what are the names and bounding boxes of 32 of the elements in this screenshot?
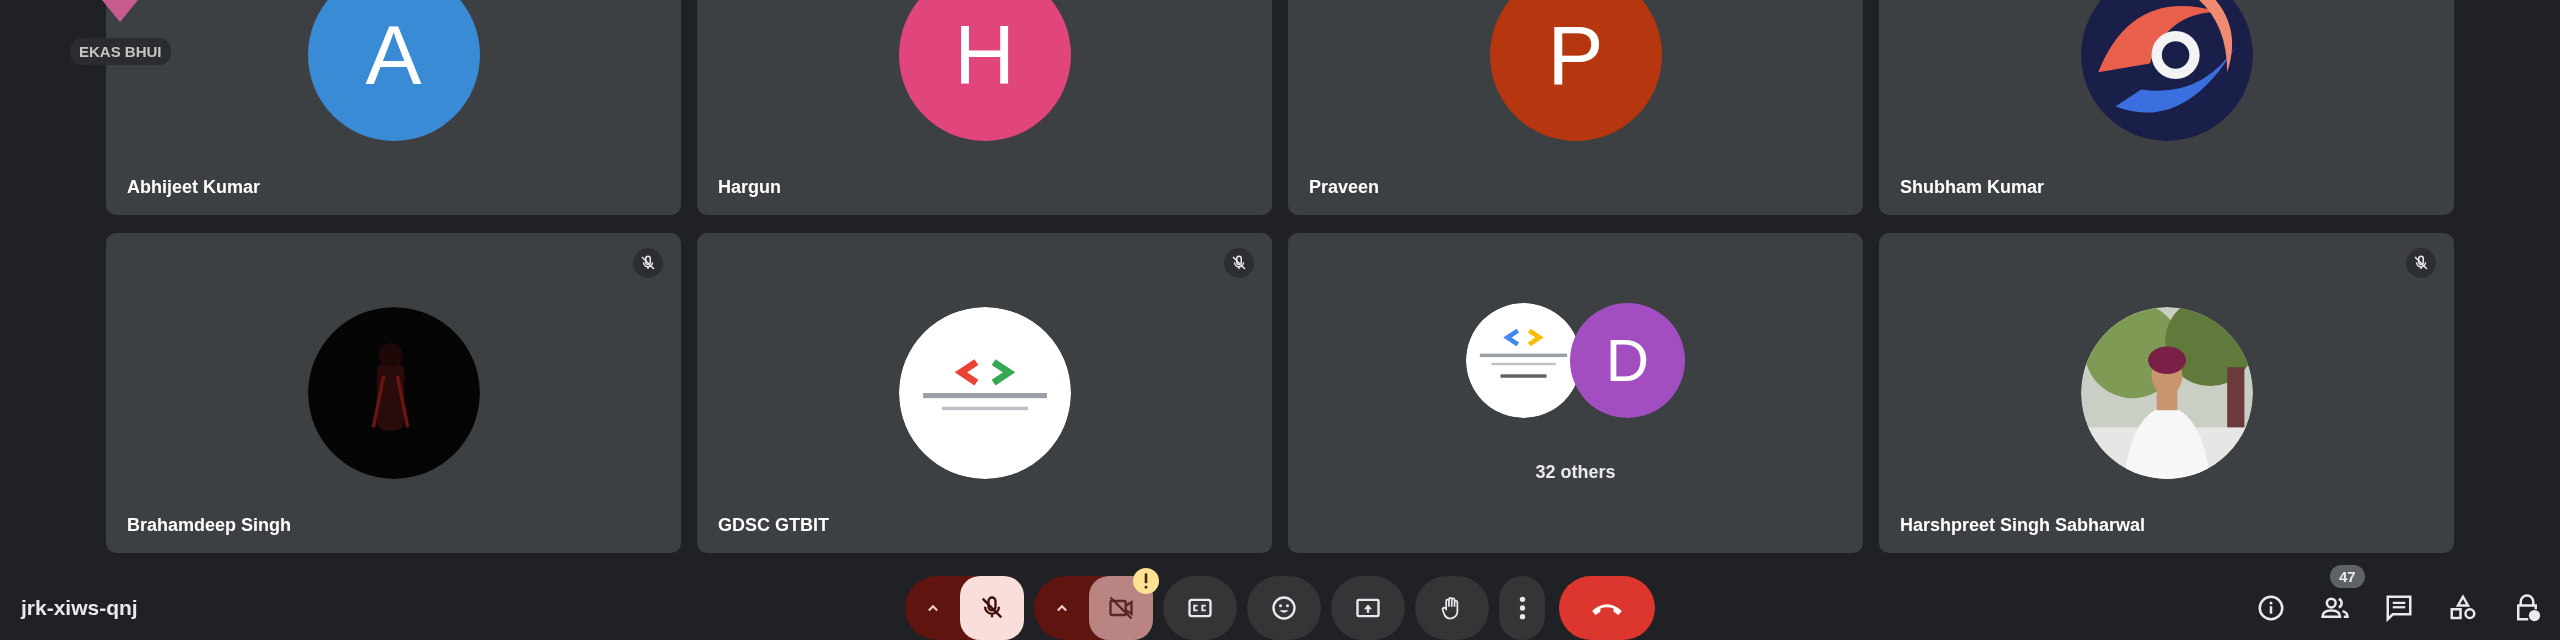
participant-name: Harshpreet Singh Sabharwal bbox=[1900, 515, 2146, 536]
microphone-button[interactable] bbox=[960, 576, 1024, 640]
participant-name: Brahamdeep Singh bbox=[127, 515, 292, 536]
more-options-button[interactable] bbox=[1499, 576, 1545, 640]
participant-tile[interactable]: P Praveen bbox=[1288, 0, 1863, 215]
smiley-icon bbox=[1270, 594, 1298, 622]
others-count: 32 others bbox=[1535, 462, 1616, 483]
participant-tile[interactable]: Brahamdeep Singh bbox=[106, 233, 681, 553]
participant-name: Shubham Kumar bbox=[1900, 177, 2045, 198]
participant-tile[interactable]: H Hargun bbox=[697, 0, 1272, 215]
avatar: D bbox=[1570, 303, 1685, 418]
camera-off-icon bbox=[1107, 594, 1135, 622]
avatar: P bbox=[1489, 0, 1662, 141]
avatar: A bbox=[307, 0, 480, 141]
participant-name: GDSC GTBIT bbox=[718, 515, 829, 536]
participant-tile[interactable]: D 32 others bbox=[1288, 233, 1863, 553]
warning-icon bbox=[1133, 568, 1159, 594]
more-icon bbox=[1518, 596, 1526, 620]
self-view-name: EKAS BHUI bbox=[70, 38, 171, 65]
avatar: H bbox=[898, 0, 1071, 141]
info-icon bbox=[2256, 593, 2286, 623]
participant-name: Abhijeet Kumar bbox=[127, 177, 261, 198]
participant-name: Hargun bbox=[718, 177, 781, 198]
chat-icon bbox=[2384, 593, 2414, 623]
meeting-code: jrk-xiws-qnj bbox=[21, 595, 138, 621]
participant-name: Praveen bbox=[1309, 177, 1380, 198]
participant-tile[interactable]: GDSC GTBIT bbox=[697, 233, 1272, 553]
phone-icon bbox=[1592, 601, 1622, 615]
participant-count-badge: 47 bbox=[2330, 565, 2365, 588]
participant-tile[interactable]: Shubham Kumar bbox=[1879, 0, 2454, 215]
participant-tile[interactable]: Harshpreet Singh Sabharwal bbox=[1879, 233, 2454, 553]
camera-button[interactable] bbox=[1089, 576, 1153, 640]
